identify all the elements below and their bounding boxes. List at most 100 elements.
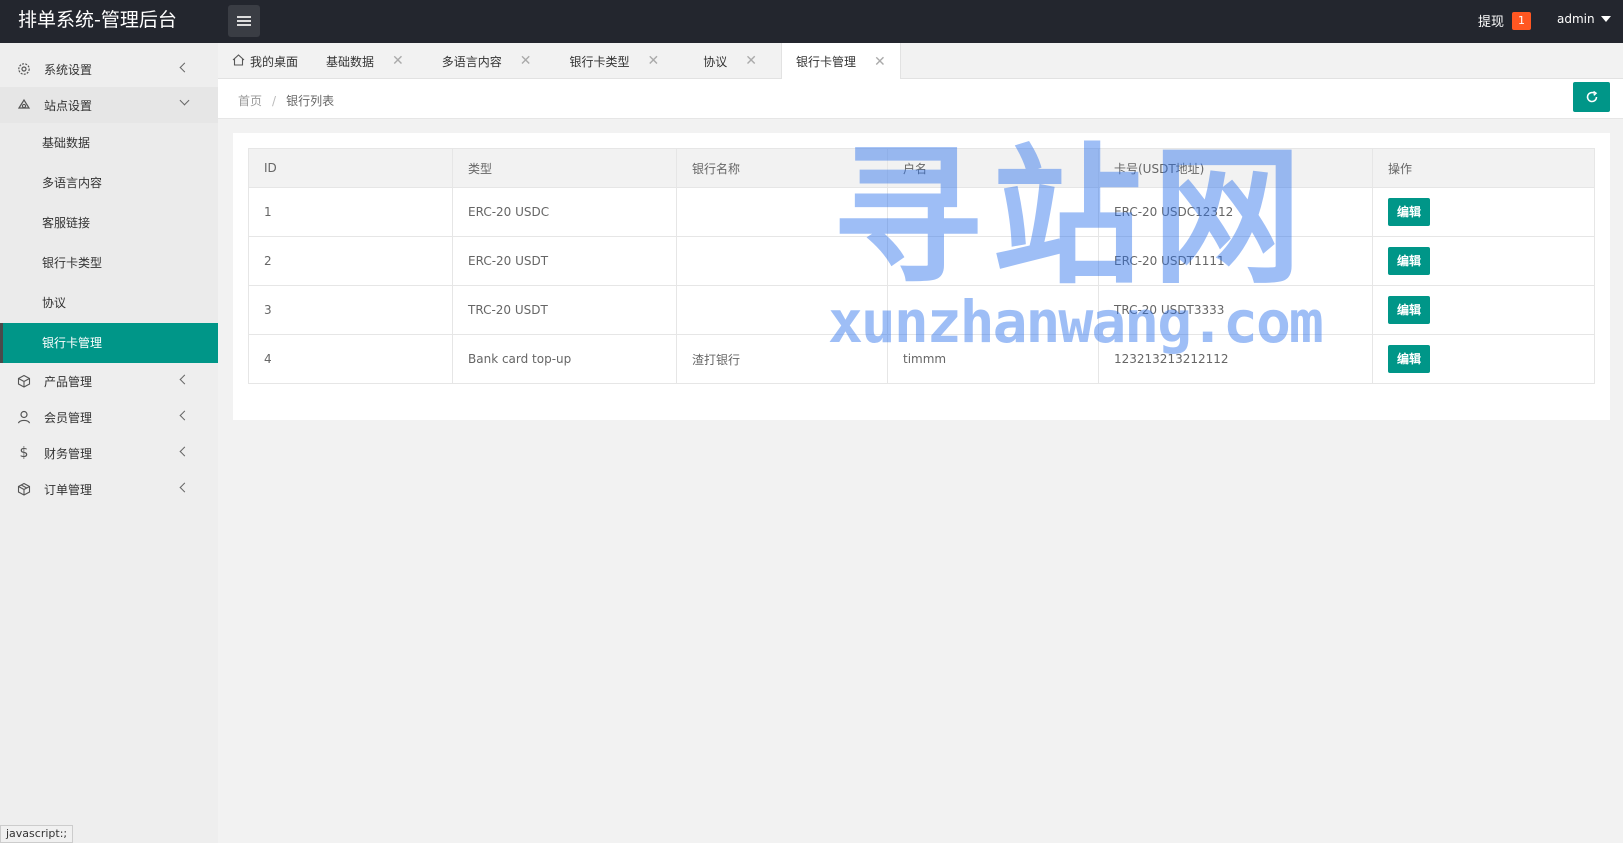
tab-card-type[interactable]: 银行卡类型 ✕ — [546, 43, 674, 79]
refresh-button[interactable] — [1573, 82, 1610, 112]
cell-holder — [887, 236, 1099, 286]
sidebar-group-label: 订单管理 — [44, 482, 93, 497]
table-header-row: ID 类型 银行名称 户名 卡号(USDT地址) 操作 — [248, 148, 1595, 188]
edit-button[interactable]: 编辑 — [1388, 345, 1431, 373]
tab-bar: 我的桌面 基础数据 ✕ 多语言内容 ✕ 银行卡类型 ✕ 协议 ✕ 银行卡管理 ✕ — [218, 43, 1623, 80]
chevron-left-icon — [179, 446, 190, 457]
close-icon[interactable]: ✕ — [648, 53, 660, 69]
cell-card: ERC-20 USDC12312 — [1098, 187, 1373, 237]
cell-card: ERC-20 USDT1111 — [1098, 236, 1373, 286]
tab-label: 协议 — [703, 54, 728, 69]
sidebar-item-service-link[interactable]: 客服链接 — [0, 203, 218, 243]
box-icon — [17, 374, 31, 388]
chevron-left-icon — [179, 410, 190, 421]
cell-action: 编辑 — [1372, 187, 1595, 237]
column-header-bank: 银行名称 — [676, 148, 888, 188]
table-row: 2 ERC-20 USDT ERC-20 USDT1111 编辑 — [248, 236, 1595, 286]
dollar-icon: $ — [19, 445, 29, 461]
cell-bank — [676, 187, 888, 237]
menu-toggle-button[interactable] — [228, 5, 260, 37]
site-submenu: 基础数据 多语言内容 客服链接 银行卡类型 协议 银行卡管理 — [0, 123, 218, 363]
tab-multilang[interactable]: 多语言内容 ✕ — [418, 43, 546, 79]
tab-label: 我的桌面 — [250, 54, 299, 69]
sidebar-group-site[interactable]: 站点设置 — [0, 87, 218, 123]
close-icon[interactable]: ✕ — [392, 53, 404, 69]
cell-bank — [676, 236, 888, 286]
refresh-icon — [1586, 90, 1597, 103]
chevron-left-icon — [179, 482, 190, 493]
column-header-id: ID — [248, 148, 453, 188]
cell-type: TRC-20 USDT — [452, 285, 677, 335]
cell-bank — [676, 285, 888, 335]
tab-label: 多语言内容 — [441, 54, 502, 69]
caret-down-icon — [1600, 16, 1611, 22]
withdraw-link[interactable]: 提现 1 — [1478, 11, 1532, 30]
cell-type: Bank card top-up — [452, 334, 677, 384]
sidebar-group-label: 财务管理 — [44, 446, 93, 461]
sidebar-item-agreement[interactable]: 协议 — [0, 283, 218, 323]
tab-label: 基础数据 — [326, 54, 375, 69]
cell-card: 123213213212112 — [1098, 334, 1373, 384]
sidebar-group-product[interactable]: 产品管理 — [0, 363, 218, 399]
user-menu[interactable]: admin — [1557, 12, 1611, 26]
column-header-holder: 户名 — [887, 148, 1099, 188]
cell-action: 编辑 — [1372, 334, 1595, 384]
column-header-card: 卡号(USDT地址) — [1098, 148, 1373, 188]
user-name: admin — [1557, 12, 1595, 26]
sidebar-group-order[interactable]: 订单管理 — [0, 471, 218, 507]
content-card: ID 类型 银行名称 户名 卡号(USDT地址) 操作 1 ERC-20 USD… — [233, 133, 1610, 420]
tab-agreement[interactable]: 协议 ✕ — [673, 43, 771, 79]
cell-action: 编辑 — [1372, 236, 1595, 286]
cell-holder — [887, 187, 1099, 237]
cell-action: 编辑 — [1372, 285, 1595, 335]
table-row: 3 TRC-20 USDT TRC-20 USDT3333 编辑 — [248, 285, 1595, 335]
table-row: 4 Bank card top-up 渣打银行 timmm 1232132132… — [248, 334, 1595, 384]
chevron-down-icon — [179, 95, 190, 106]
table-row: 1 ERC-20 USDC ERC-20 USDC12312 编辑 — [248, 187, 1595, 237]
chevron-left-icon — [179, 374, 190, 385]
tab-basic-data[interactable]: 基础数据 ✕ — [312, 43, 418, 79]
sidebar-group-label: 站点设置 — [44, 98, 93, 113]
sidebar-item-card-type[interactable]: 银行卡类型 — [0, 243, 218, 283]
sidebar-group-label: 会员管理 — [44, 410, 93, 425]
sidebar-group-system[interactable]: 系统设置 — [0, 51, 218, 87]
cell-id: 2 — [248, 236, 453, 286]
withdraw-label: 提现 — [1478, 15, 1505, 30]
breadcrumb-home[interactable]: 首页 — [238, 94, 262, 108]
sidebar-item-multilang[interactable]: 多语言内容 — [0, 163, 218, 203]
breadcrumb-separator: / — [272, 94, 277, 108]
cell-holder: timmm — [887, 334, 1099, 384]
sidebar: 系统设置 站点设置 基础数据 多语言内容 客服链接 银行卡类型 协议 银行卡管理… — [0, 43, 218, 843]
cell-type: ERC-20 USDT — [452, 236, 677, 286]
edit-button[interactable]: 编辑 — [1388, 198, 1431, 226]
sidebar-item-card-manage[interactable]: 银行卡管理 — [0, 323, 218, 363]
cell-id: 1 — [248, 187, 453, 237]
cell-id: 4 — [248, 334, 453, 384]
cell-id: 3 — [248, 285, 453, 335]
sidebar-item-basic-data[interactable]: 基础数据 — [0, 123, 218, 163]
top-header: 排单系统-管理后台 提现 1 admin — [0, 0, 1623, 43]
chevron-left-icon — [179, 62, 190, 73]
cell-bank: 渣打银行 — [676, 334, 888, 384]
edit-button[interactable]: 编辑 — [1388, 296, 1431, 324]
sidebar-group-finance[interactable]: $ 财务管理 — [0, 435, 218, 471]
bank-table: ID 类型 银行名称 户名 卡号(USDT地址) 操作 1 ERC-20 USD… — [248, 148, 1595, 384]
home-icon — [232, 53, 245, 69]
user-icon — [17, 410, 31, 424]
close-icon[interactable]: ✕ — [745, 53, 757, 69]
close-icon[interactable]: ✕ — [874, 54, 886, 70]
site-icon — [17, 98, 31, 112]
close-icon[interactable]: ✕ — [520, 53, 532, 69]
gear-icon — [17, 62, 31, 76]
app-title: 排单系统-管理后台 — [18, 9, 177, 31]
tab-card-manage[interactable]: 银行卡管理 ✕ — [781, 43, 901, 80]
tab-label: 银行卡类型 — [569, 54, 630, 69]
sidebar-group-label: 产品管理 — [44, 374, 93, 389]
browser-status-bar: javascript:; — [0, 825, 74, 843]
edit-button[interactable]: 编辑 — [1388, 247, 1431, 275]
tab-label: 银行卡管理 — [796, 55, 857, 69]
cell-type: ERC-20 USDC — [452, 187, 677, 237]
cell-card: TRC-20 USDT3333 — [1098, 285, 1373, 335]
sidebar-group-member[interactable]: 会员管理 — [0, 399, 218, 435]
tab-desktop[interactable]: 我的桌面 — [218, 43, 312, 79]
